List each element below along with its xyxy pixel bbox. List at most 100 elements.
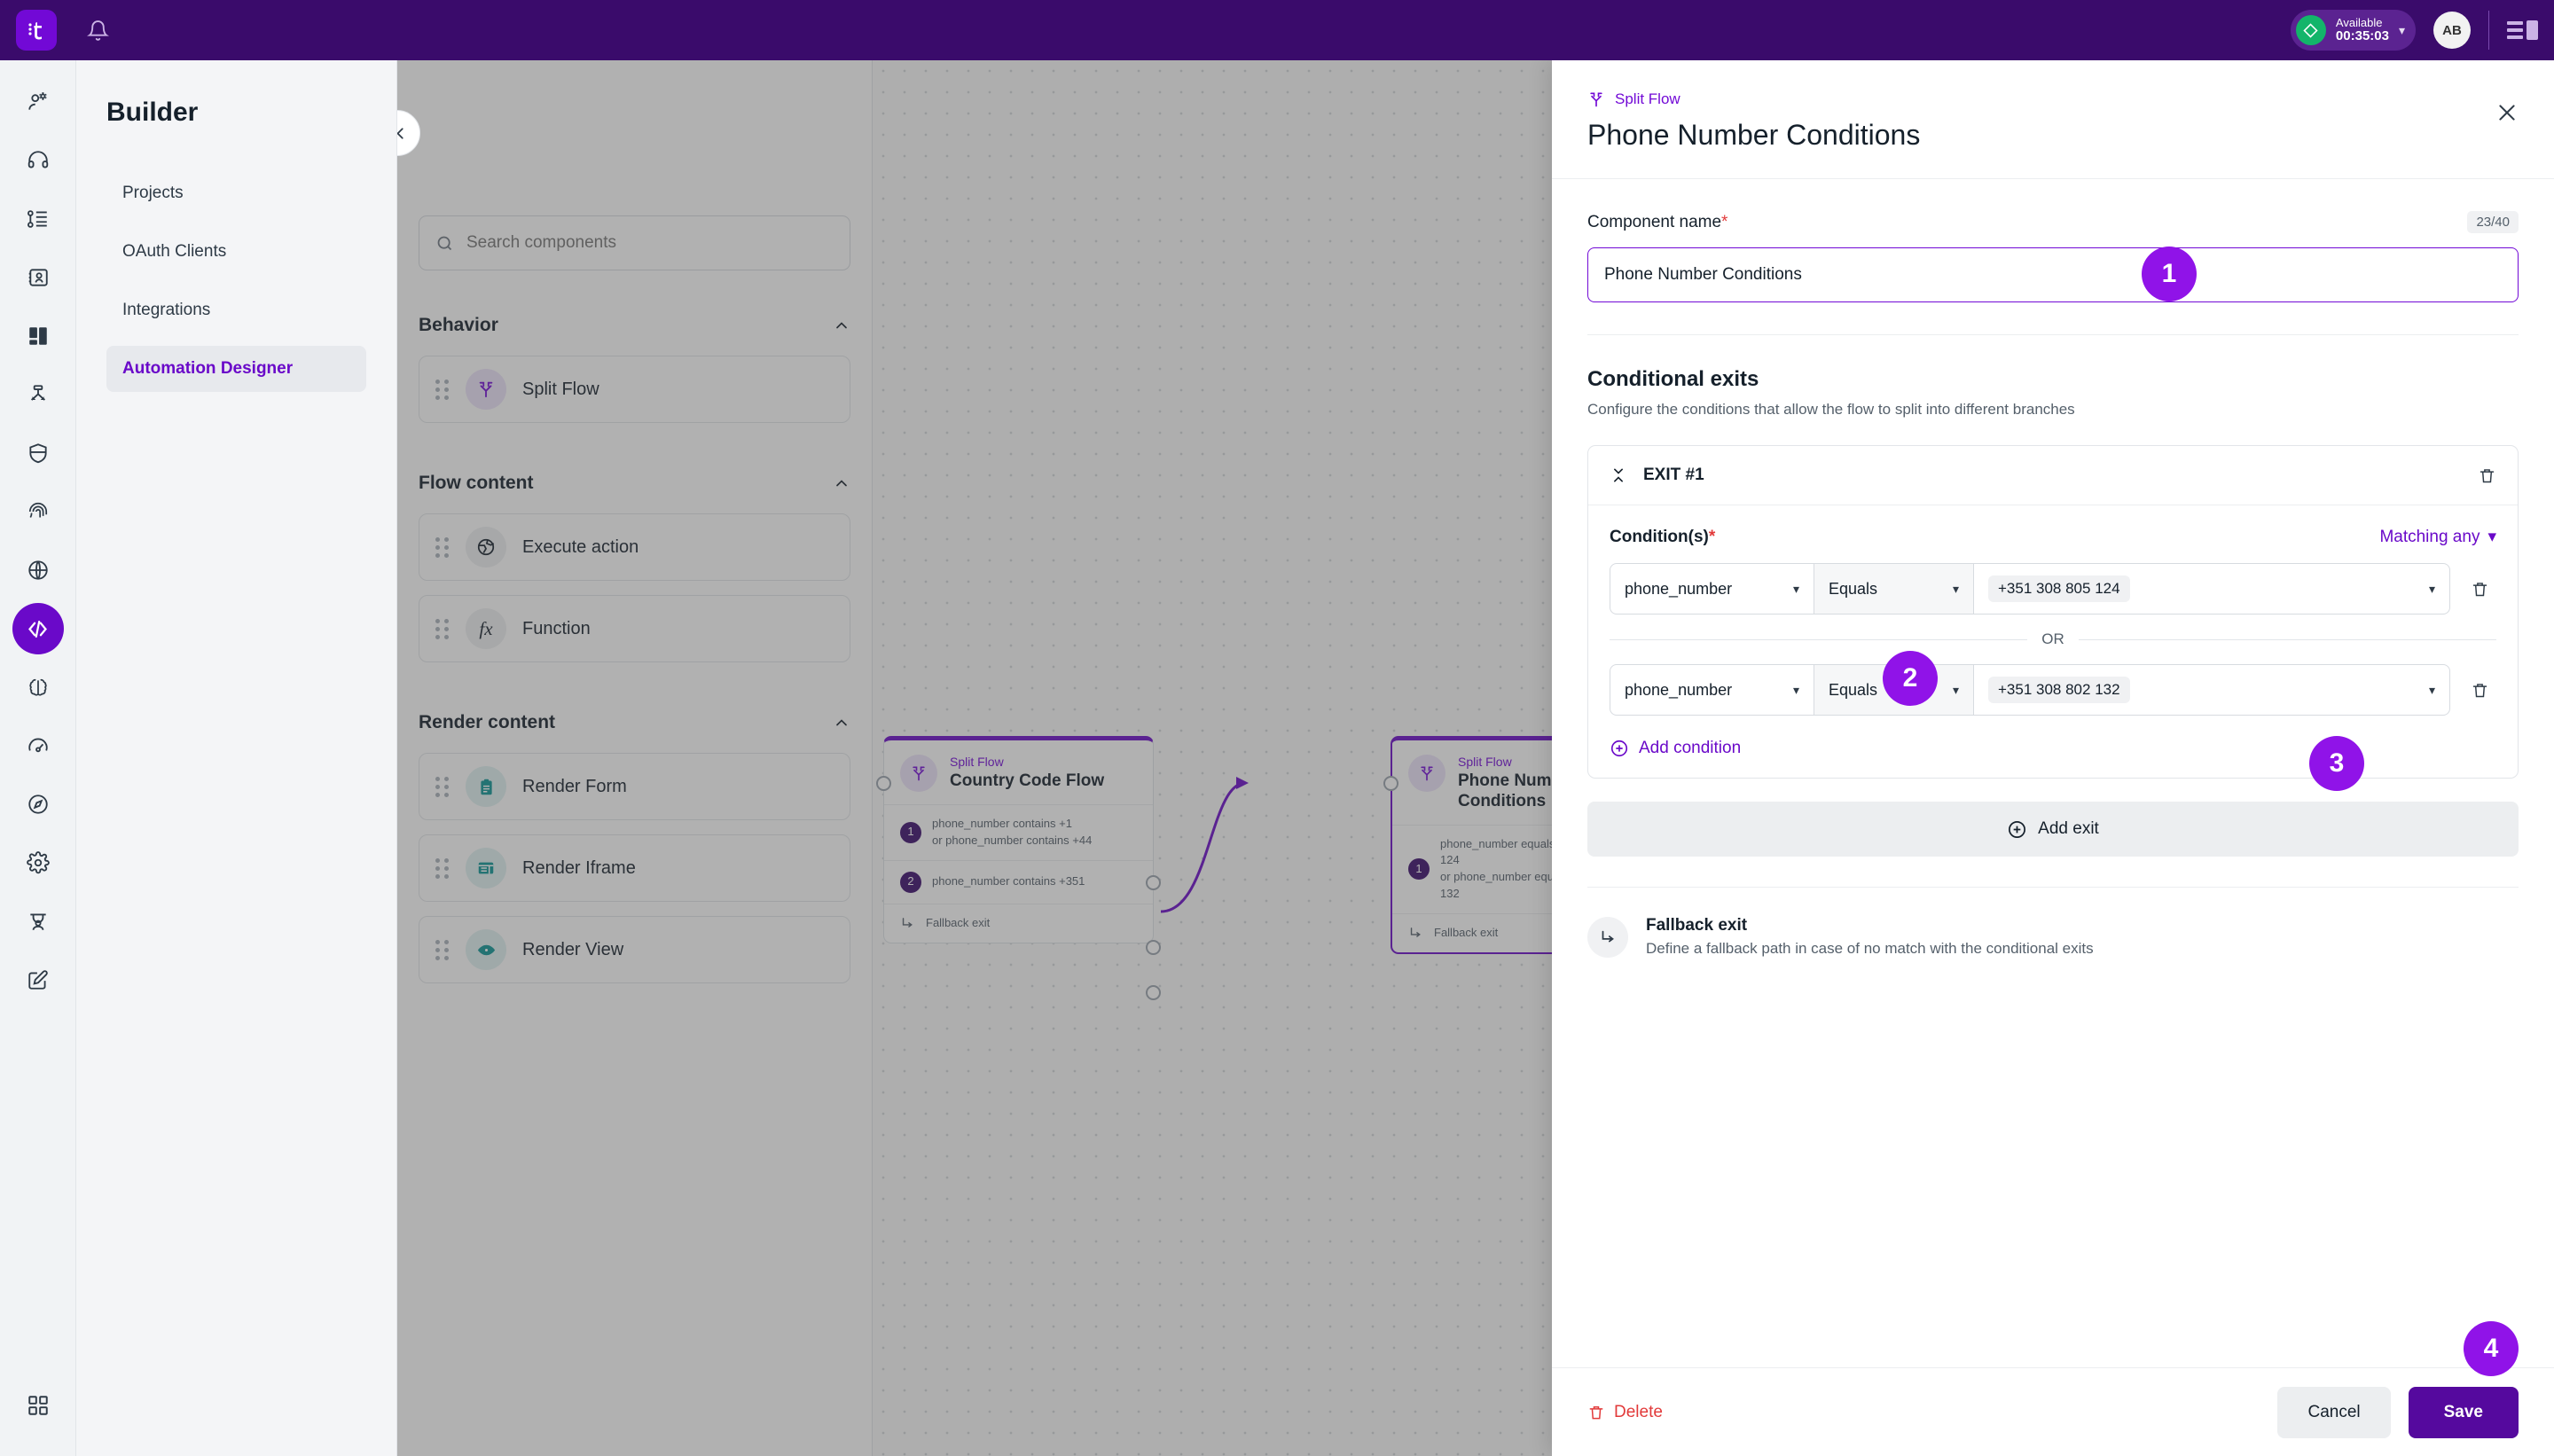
cancel-button[interactable]: Cancel <box>2277 1386 2391 1438</box>
condition-field-select[interactable]: phone_number ▾ <box>1610 564 1814 614</box>
contacts-icon[interactable] <box>12 252 64 303</box>
chevron-up-icon[interactable] <box>833 714 850 732</box>
component-settings-panel: Split Flow Phone Number Conditions Compo… <box>1552 60 2554 1456</box>
condition-operator-value: Equals <box>1829 680 1878 699</box>
brain-icon[interactable] <box>12 661 64 713</box>
sidebar-item-projects[interactable]: Projects <box>106 170 366 216</box>
condition-value-chip: +351 308 802 132 <box>1988 677 2130 703</box>
drag-handle-icon[interactable] <box>435 379 450 400</box>
globe-action-icon <box>466 527 506 568</box>
edit-square-icon[interactable] <box>12 954 64 1006</box>
exit-condition-text: phone_number contains +351 <box>932 874 1085 888</box>
sidebar-item-oauth-clients[interactable]: OAuth Clients <box>106 229 366 275</box>
section-label: Flow content <box>419 473 534 493</box>
queue-list-icon[interactable] <box>12 193 64 245</box>
palette-item-render-iframe[interactable]: Render Iframe <box>419 834 850 902</box>
drag-handle-icon[interactable] <box>435 939 450 960</box>
bell-icon[interactable] <box>87 20 109 42</box>
node-input-port[interactable] <box>1383 776 1398 791</box>
node-output-port-2[interactable] <box>1146 940 1161 955</box>
code-icon[interactable] <box>12 603 64 654</box>
delete-condition-icon[interactable] <box>2463 681 2496 700</box>
condition-field-select[interactable]: phone_number ▾ <box>1610 665 1814 715</box>
palette-item-function[interactable]: fx Function <box>419 595 850 662</box>
palette-item-render-form[interactable]: Render Form <box>419 753 850 820</box>
search-input[interactable] <box>466 233 834 253</box>
compass-icon[interactable] <box>12 779 64 830</box>
collapse-icon[interactable] <box>1610 466 1627 485</box>
fallback-arrow-icon <box>1587 916 1628 958</box>
chevron-up-icon[interactable] <box>833 317 850 334</box>
avatar[interactable]: AB <box>2433 12 2471 49</box>
add-condition-button[interactable]: Add condition <box>1610 739 2496 758</box>
char-counter: 23/40 <box>2467 211 2519 233</box>
component-name-label: Component name* <box>1587 212 1728 231</box>
flow-node-country-code-flow[interactable]: Split Flow Country Code Flow 1 phone_num… <box>876 736 1161 1000</box>
availability-status[interactable]: Available 00:35:03 ▾ <box>2290 10 2416 51</box>
delete-button[interactable]: Delete <box>1587 1403 1663 1422</box>
condition-value-select[interactable]: +351 308 805 124 ▾ <box>1974 564 2449 614</box>
condition-value-chip: +351 308 805 124 <box>1988 575 2130 602</box>
conditions-label: Condition(s)* <box>1610 527 1716 546</box>
node-input-port[interactable] <box>876 776 891 791</box>
headset-icon[interactable] <box>12 135 64 186</box>
node-output-port-1[interactable] <box>1146 875 1161 890</box>
drag-handle-icon[interactable] <box>435 857 450 879</box>
drag-handle-icon[interactable] <box>435 776 450 797</box>
fallback-exit-row[interactable]: Fallback exit Define a fallback path in … <box>1587 888 2519 958</box>
chevron-down-icon[interactable]: ▾ <box>2399 23 2405 38</box>
shield-icon[interactable] <box>12 427 64 479</box>
palette-item-execute-action[interactable]: Execute action <box>419 513 850 581</box>
chevron-down-icon: ▾ <box>2487 528 2496 546</box>
component-name-input[interactable] <box>1587 247 2519 302</box>
gear-icon[interactable] <box>12 837 64 888</box>
palette-section-flow-content[interactable]: Flow content <box>419 473 850 494</box>
delete-condition-icon[interactable] <box>2463 580 2496 599</box>
save-button[interactable]: Save <box>2408 1386 2519 1438</box>
dashboard-layout-icon[interactable] <box>12 310 64 362</box>
drag-handle-icon[interactable] <box>435 536 450 558</box>
chevron-down-icon: ▾ <box>2428 682 2435 697</box>
node-exit-row[interactable]: 2 phone_number contains +351 <box>884 859 1153 904</box>
icon-rail <box>0 60 76 1456</box>
exit-card: EXIT #1 Condition(s)* Matching any ▾ pho… <box>1587 445 2519 779</box>
function-fx-icon: fx <box>466 608 506 649</box>
section-label: Render content <box>419 712 556 732</box>
node-fallback-port[interactable] <box>1146 985 1161 1000</box>
palette-section-behavior[interactable]: Behavior <box>419 315 850 336</box>
panel-toggle-icon[interactable] <box>2507 20 2538 40</box>
fingerprint-icon[interactable] <box>12 486 64 537</box>
exit-header[interactable]: EXIT #1 <box>1588 446 2518 505</box>
matching-mode-dropdown[interactable]: Matching any ▾ <box>2379 527 2496 547</box>
palette-item-label: Execute action <box>522 536 639 557</box>
chevron-down-icon: ▾ <box>2428 581 2435 596</box>
add-exit-button[interactable]: Add exit <box>1587 802 2519 857</box>
trash-icon[interactable] <box>2478 466 2496 485</box>
condition-operator-select[interactable]: Equals ▾ <box>1814 564 1974 614</box>
palette-item-split-flow[interactable]: Split Flow <box>419 356 850 423</box>
user-settings-icon[interactable] <box>12 76 64 128</box>
gauge-icon[interactable] <box>12 720 64 771</box>
apps-grid-icon[interactable] <box>12 1380 64 1431</box>
drag-handle-icon[interactable] <box>435 618 450 639</box>
builder-sidebar: Builder Projects OAuth Clients Integrati… <box>76 60 397 1456</box>
academy-icon[interactable] <box>12 896 64 947</box>
search-components[interactable] <box>419 215 850 270</box>
node-exit-row[interactable]: 1 phone_number contains +1 or phone_numb… <box>884 804 1153 860</box>
sidebar-title: Builder <box>106 98 199 127</box>
flow-split-icon[interactable] <box>12 369 64 420</box>
palette-item-render-view[interactable]: Render View <box>419 916 850 983</box>
condition-row: phone_number ▾ Equals ▾ +351 308 805 124… <box>1610 563 2496 614</box>
app-logo[interactable] <box>16 10 57 51</box>
status-timer: 00:35:03 <box>2335 27 2389 43</box>
condition-value-select[interactable]: +351 308 802 132 ▾ <box>1974 665 2449 715</box>
plus-circle-icon <box>1610 739 1629 758</box>
sidebar-item-automation-designer[interactable]: Automation Designer <box>106 346 366 392</box>
node-fallback-row[interactable]: Fallback exit <box>884 903 1153 943</box>
condition-field-value: phone_number <box>1625 579 1733 598</box>
palette-section-render-content[interactable]: Render content <box>419 712 850 733</box>
globe-icon[interactable] <box>12 544 64 596</box>
sidebar-item-integrations[interactable]: Integrations <box>106 287 366 333</box>
close-icon[interactable] <box>2495 101 2519 124</box>
chevron-up-icon[interactable] <box>833 474 850 492</box>
